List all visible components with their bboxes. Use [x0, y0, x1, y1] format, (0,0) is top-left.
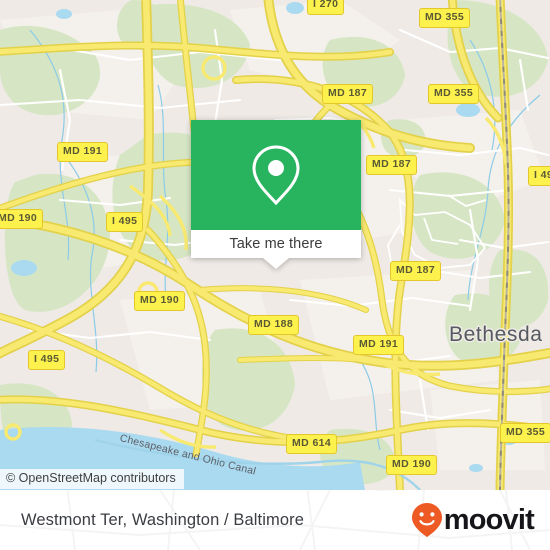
moovit-map-screen: MD 355I 270MD 187MD 355MD 191MD 187I 495…: [0, 0, 550, 550]
footer-bar: Westmont Ter, Washington / Baltimore moo…: [0, 490, 550, 550]
city-label: Bethesda: [449, 323, 543, 346]
popup-pointer-tail: [263, 258, 289, 269]
moovit-wordmark: moovit: [443, 503, 535, 536]
take-me-there-button[interactable]: Take me there: [191, 230, 361, 258]
moovit-logo[interactable]: moovit: [411, 490, 535, 550]
osm-attribution[interactable]: © OpenStreetMap contributors: [0, 469, 184, 489]
map-canvas[interactable]: MD 355I 270MD 187MD 355MD 191MD 187I 495…: [0, 0, 550, 490]
destination-popup-card[interactable]: Take me there: [191, 120, 361, 269]
popup-header: [191, 120, 361, 230]
location-title: Westmont Ter, Washington / Baltimore: [21, 510, 304, 529]
take-me-there-label: Take me there: [229, 235, 323, 252]
moovit-smiley-pin-icon: [411, 503, 442, 537]
location-pin-icon: [252, 145, 300, 206]
